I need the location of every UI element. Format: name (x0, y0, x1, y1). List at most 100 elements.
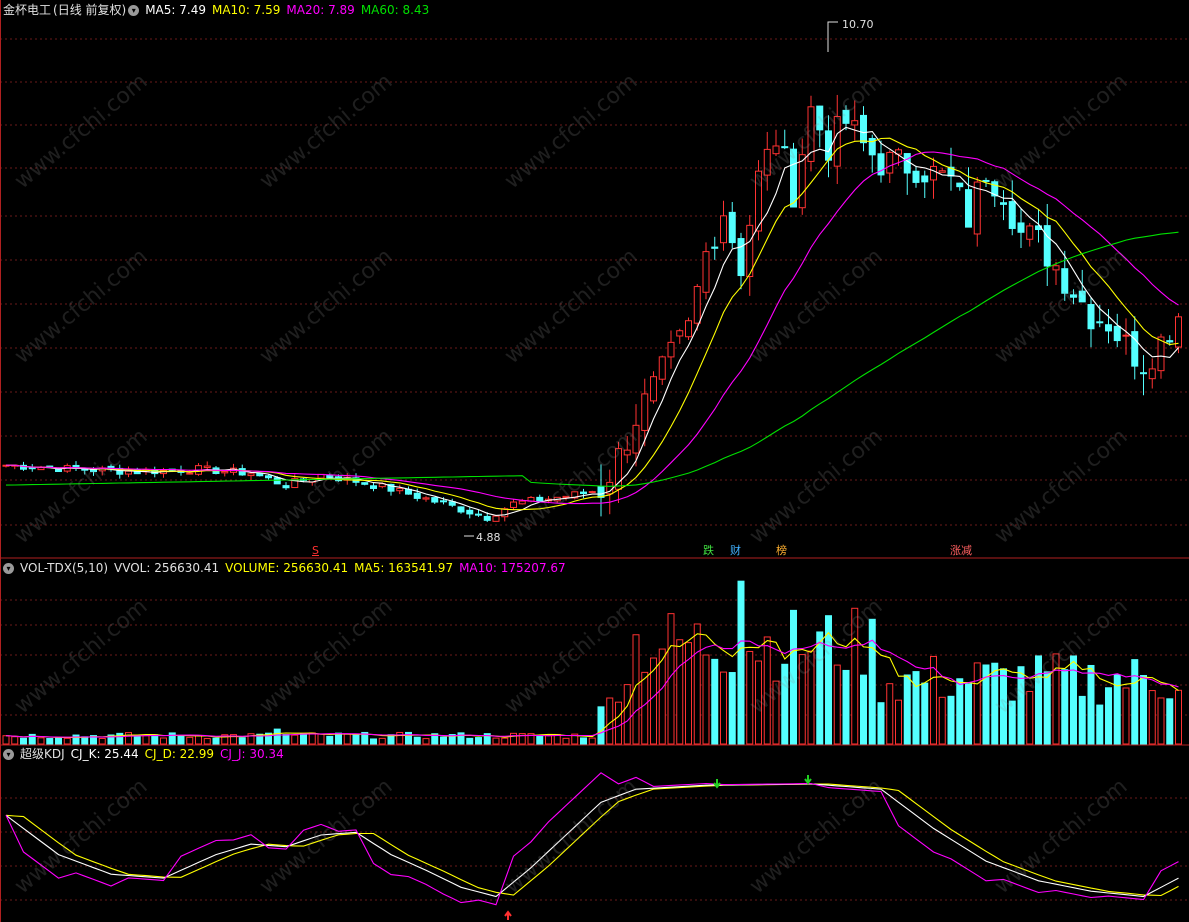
volume-bar-up (1148, 690, 1156, 745)
volume-bar-down (151, 734, 159, 745)
volume-bar-up (623, 684, 631, 745)
event-tag-finance[interactable]: 财 (729, 544, 742, 557)
volume-bar-up (755, 660, 762, 745)
volume-bar-up (98, 737, 106, 745)
volume-bar-down (1096, 704, 1104, 745)
volume-bar-down (1131, 659, 1139, 745)
candle-down (536, 496, 544, 502)
candle-up (510, 501, 517, 508)
candle-down (860, 114, 867, 144)
volume-bar-down (1035, 655, 1042, 745)
candle-up (693, 286, 701, 324)
candle-down (1078, 290, 1086, 303)
event-tag-drop[interactable]: 跌 (702, 544, 715, 557)
volume-bar-down (580, 737, 587, 745)
volume-bar-down (475, 737, 482, 745)
volume-bar-down (965, 683, 972, 745)
volume-bar-up (2, 735, 10, 745)
volume-bar-up (142, 735, 150, 745)
candle-down (28, 467, 36, 470)
candle-up (186, 472, 194, 475)
candle-up (518, 500, 526, 505)
candle-up (1175, 316, 1182, 348)
volume-bar-up (772, 680, 780, 745)
candle-down (1043, 225, 1051, 267)
candle-up (658, 356, 666, 380)
candle-up (851, 120, 859, 126)
candle-up (588, 491, 596, 494)
candle-up (833, 116, 841, 167)
volume-bar-down (877, 702, 885, 745)
volume-bar-up (562, 737, 570, 745)
volume-bar-down (816, 631, 824, 745)
candle-up (422, 497, 430, 500)
candle-down (282, 485, 290, 489)
volume-bar-down (177, 734, 185, 745)
volume-bar-down (238, 737, 246, 745)
candle-up (396, 487, 404, 492)
volume-bar-up (1122, 687, 1130, 745)
volume-bar-up (545, 734, 552, 745)
volume-bar-down (116, 732, 124, 745)
volume-bar-down (326, 735, 334, 745)
kdj-dropdown-icon[interactable]: ▾ (3, 749, 14, 760)
candle-up (1052, 265, 1060, 271)
volume-bar-up (63, 737, 71, 745)
volume-bar-down (335, 732, 342, 745)
candle-down (956, 182, 964, 188)
volume-bar-up (807, 650, 815, 745)
candle-down (816, 105, 824, 131)
candle-down (1113, 325, 1121, 342)
volume-bar-down (536, 735, 544, 745)
volume-bar-up (422, 738, 430, 745)
volume-bar-up (317, 733, 325, 745)
candle-up (772, 145, 780, 155)
indicator-dropdown-icon[interactable]: ▾ (128, 5, 140, 16)
candle-up (641, 393, 649, 431)
candle-down (790, 148, 797, 208)
volume-dropdown-icon[interactable]: ▾ (3, 563, 14, 574)
volume-bar-down (168, 732, 176, 745)
volume-bar-down (212, 737, 220, 745)
candle-up (667, 341, 675, 358)
volume-bar-up (798, 654, 806, 745)
volume-bar-up (1026, 690, 1034, 745)
candle-down (273, 477, 281, 485)
volume-bar-up (501, 737, 509, 745)
candle-down (1061, 268, 1069, 294)
volume-bar-up (160, 737, 167, 745)
candle-down (1000, 202, 1007, 205)
event-tag-holding-change[interactable]: 涨减 (949, 544, 973, 557)
volume-indicator-ma10: MA10: 175207.67 (459, 561, 566, 575)
event-tag-signal[interactable]: S (311, 544, 320, 557)
volume-bar-up (693, 623, 701, 745)
volume-bar-up (510, 732, 517, 745)
candle-down (1140, 372, 1147, 375)
candle-up (938, 170, 946, 173)
candle-down (466, 509, 474, 515)
candle-up (1157, 336, 1165, 372)
volume-bar-down (790, 609, 797, 745)
volume-bar-down (956, 678, 964, 745)
volume-bar-up (886, 683, 894, 745)
ma10-line (6, 137, 1179, 511)
volume-bar-up (203, 738, 211, 745)
stock-chart-canvas[interactable] (0, 0, 1189, 922)
low-price-label: 4.88 (476, 531, 501, 544)
candle-down (1008, 201, 1016, 229)
volume-bar-down (1061, 669, 1069, 745)
volume-bar-down (947, 695, 955, 745)
candle-up (807, 106, 815, 162)
high-price-label: 10.70 (842, 18, 874, 31)
ma60-line (5, 231, 1179, 487)
candle-up (930, 165, 937, 181)
event-tag-ranking[interactable]: 榜 (775, 544, 788, 557)
volume-bar-down (781, 663, 789, 745)
volume-bar-up (973, 662, 981, 745)
volume-bar-down (20, 737, 27, 745)
candle-up (247, 473, 255, 477)
candle-up (1026, 225, 1034, 240)
candle-up (650, 376, 657, 402)
volume-indicator-ma5: MA5: 163541.97 (354, 561, 454, 575)
candle-down (1096, 321, 1104, 324)
